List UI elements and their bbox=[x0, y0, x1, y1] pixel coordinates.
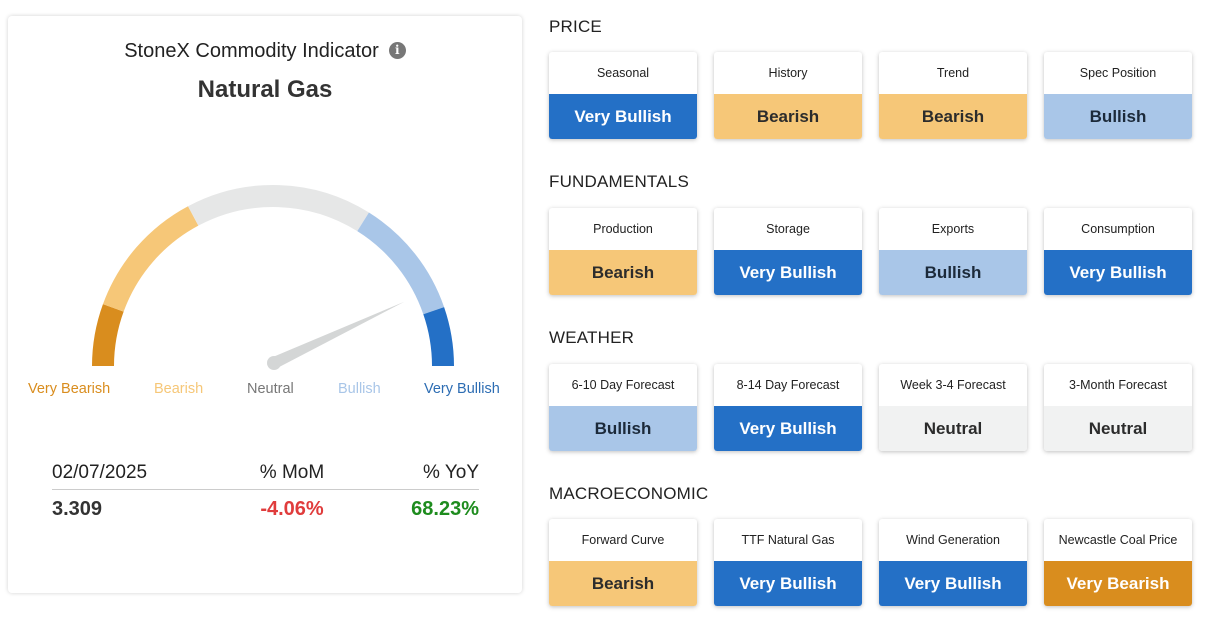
tile-production[interactable]: Production Bearish bbox=[549, 208, 697, 295]
tile-8-14-day-forecast[interactable]: 8-14 Day Forecast Very Bullish bbox=[714, 364, 862, 451]
section-title-fundamentals: FUNDAMENTALS bbox=[549, 172, 689, 191]
tile-label: Wind Generation bbox=[906, 532, 1000, 547]
tile-sentiment-value: Very Bullish bbox=[879, 561, 1027, 606]
gauge-label-very-bearish: Very Bearish bbox=[28, 381, 111, 397]
sentiment-gauge bbox=[92, 184, 454, 370]
tile-sentiment-value: Bearish bbox=[879, 94, 1027, 139]
tile-sentiment-value: Very Bearish bbox=[1044, 561, 1192, 606]
stats-mom-header: % MoM bbox=[259, 462, 325, 483]
gauge-segment-bearish bbox=[102, 206, 199, 312]
tile-label: Seasonal bbox=[596, 65, 650, 80]
gauge-needle-base bbox=[267, 356, 281, 370]
tile-label: 8-14 Day Forecast bbox=[736, 377, 840, 392]
tile-consumption[interactable]: Consumption Very Bullish bbox=[1044, 208, 1192, 295]
tile-sentiment-value: Very Bullish bbox=[1044, 250, 1192, 295]
tile-label: Newcastle Coal Price bbox=[1058, 532, 1178, 547]
tile-label: Trend bbox=[936, 65, 970, 80]
tile-label: History bbox=[768, 65, 808, 80]
tile-sentiment-value: Bearish bbox=[714, 94, 862, 139]
gauge-segment-very-bearish bbox=[92, 304, 124, 367]
tile-sentiment-value: Bearish bbox=[549, 250, 697, 295]
tile-seasonal[interactable]: Seasonal Very Bullish bbox=[549, 52, 697, 139]
indicator-card: StoneX Commodity Indicator i Natural Gas … bbox=[8, 16, 522, 593]
tile-6-10-day-forecast[interactable]: 6-10 Day Forecast Bullish bbox=[549, 364, 697, 451]
gauge-label-neutral: Neutral bbox=[247, 381, 294, 397]
stats-yoy-header: % YoY bbox=[423, 462, 479, 483]
tile-label: Production bbox=[593, 221, 653, 236]
tile-sentiment-value: Very Bullish bbox=[714, 406, 862, 451]
tile-sentiment-value: Bullish bbox=[1044, 94, 1192, 139]
tile-history[interactable]: History Bearish bbox=[714, 52, 862, 139]
tile-forward-curve[interactable]: Forward Curve Bearish bbox=[549, 519, 697, 606]
tile-label: Forward Curve bbox=[581, 532, 665, 547]
tile-sentiment-value: Very Bullish bbox=[714, 561, 862, 606]
stats-price: 3.309 bbox=[52, 498, 103, 520]
gauge-segment-very-bullish bbox=[423, 307, 454, 367]
gauge-segment-bullish bbox=[357, 212, 445, 315]
tile-sentiment-value: Neutral bbox=[1044, 406, 1192, 451]
tile-sentiment-value: Very Bullish bbox=[714, 250, 862, 295]
tile-exports[interactable]: Exports Bullish bbox=[879, 208, 1027, 295]
tile-label: 6-10 Day Forecast bbox=[571, 377, 675, 392]
tile-ttf-natural-gas[interactable]: TTF Natural Gas Very Bullish bbox=[714, 519, 862, 606]
gauge-label-bullish: Bullish bbox=[338, 381, 381, 397]
tile-label: Storage bbox=[766, 221, 810, 236]
tile-label: 3-Month Forecast bbox=[1069, 377, 1167, 392]
tile-trend[interactable]: Trend Bearish bbox=[879, 52, 1027, 139]
stats-date: 02/07/2025 bbox=[52, 462, 148, 483]
tile-sentiment-value: Very Bullish bbox=[549, 94, 697, 139]
tile-3-month-forecast[interactable]: 3-Month Forecast Neutral bbox=[1044, 364, 1192, 451]
section-title-price: PRICE bbox=[549, 17, 602, 36]
gauge-segment-neutral bbox=[188, 184, 369, 232]
stats-value-row: 3.309 -4.06% 68.23% bbox=[52, 494, 479, 526]
tile-label: Consumption bbox=[1081, 221, 1155, 236]
tile-wind-generation[interactable]: Wind Generation Very Bullish bbox=[879, 519, 1027, 606]
tile-label: Exports bbox=[931, 221, 975, 236]
stats-header-row: 02/07/2025 % MoM % YoY bbox=[52, 458, 479, 490]
tile-newcastle-coal-price[interactable]: Newcastle Coal Price Very Bearish bbox=[1044, 519, 1192, 606]
tile-sentiment-value: Bullish bbox=[879, 250, 1027, 295]
section-title-macroeconomic: MACROECONOMIC bbox=[549, 484, 709, 503]
gauge-label-bearish: Bearish bbox=[154, 381, 204, 397]
tile-spec-position[interactable]: Spec Position Bullish bbox=[1044, 52, 1192, 139]
stats-table: 02/07/2025 % MoM % YoY 3.309 -4.06% 68.2… bbox=[52, 458, 479, 526]
tile-week-3-4-forecast[interactable]: Week 3-4 Forecast Neutral bbox=[879, 364, 1027, 451]
tile-storage[interactable]: Storage Very Bullish bbox=[714, 208, 862, 295]
stats-mom-value: -4.06% bbox=[260, 498, 324, 520]
gauge-labels: Very Bearish Bearish Neutral Bullish Ver… bbox=[8, 381, 522, 401]
tile-sentiment-value: Neutral bbox=[879, 406, 1027, 451]
section-title-weather: WEATHER bbox=[549, 328, 635, 347]
tile-sentiment-value: Bearish bbox=[549, 561, 697, 606]
tile-label: Spec Position bbox=[1079, 65, 1157, 80]
tile-sentiment-value: Bullish bbox=[549, 406, 697, 451]
gauge-label-very-bullish: Very Bullish bbox=[424, 381, 500, 397]
stats-yoy-value: 68.23% bbox=[411, 498, 479, 520]
gauge-needle bbox=[271, 301, 405, 369]
tile-label: TTF Natural Gas bbox=[741, 532, 835, 547]
tile-label: Week 3-4 Forecast bbox=[900, 377, 1006, 392]
